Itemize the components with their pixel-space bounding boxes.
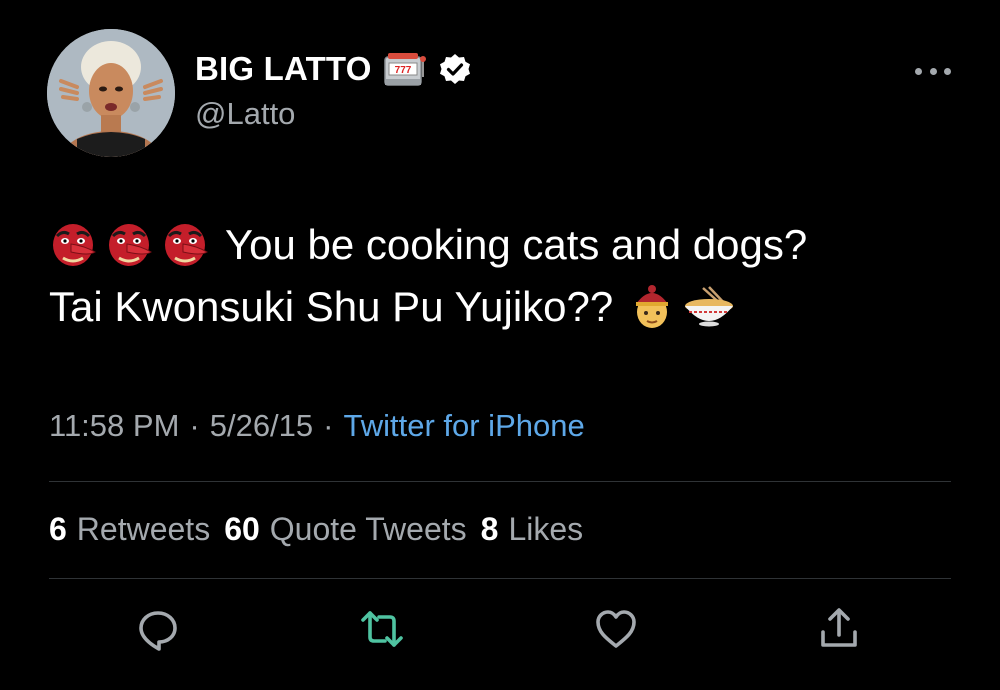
author-name-row: BIG LATTO 777 xyxy=(195,49,472,89)
tweet-stats: 6 Retweets 60 Quote Tweets 8 Likes xyxy=(49,511,583,548)
avatar-image xyxy=(47,29,175,157)
tweet-action-bar xyxy=(0,605,1000,655)
share-icon xyxy=(821,608,857,647)
like-icon xyxy=(596,610,636,648)
more-options-icon[interactable] xyxy=(915,64,951,78)
tweet-line-2-text: Tai Kwonsuki Shu Pu Yujiko?? xyxy=(49,283,614,330)
like-button[interactable] xyxy=(592,605,640,653)
steaming-bowl-emoji xyxy=(685,286,734,327)
likes-label: Likes xyxy=(508,511,584,547)
likes-stat[interactable]: 8 Likes xyxy=(481,511,584,548)
tweet-date[interactable]: 5/26/15 xyxy=(210,408,313,444)
tweet-time[interactable]: 11:58 PM xyxy=(49,408,179,444)
goblin-emoji xyxy=(165,224,208,266)
retweets-label: Retweets xyxy=(76,511,211,547)
quote-tweets-count: 60 xyxy=(224,511,260,547)
reply-icon xyxy=(139,611,177,651)
slot-machine-icon: 777 xyxy=(383,53,426,86)
svg-text:777: 777 xyxy=(394,65,411,76)
quote-tweets-stat[interactable]: 60 Quote Tweets xyxy=(224,511,466,548)
divider xyxy=(49,481,951,482)
quote-tweets-label: Quote Tweets xyxy=(269,511,467,547)
tweet-line-1-text: You be cooking cats and dogs? xyxy=(225,221,808,268)
divider xyxy=(49,578,951,579)
reply-button[interactable] xyxy=(134,605,182,653)
tweet-meta: 11:58 PM · 5/26/15 · Twitter for iPhone xyxy=(49,408,585,444)
author-display-name[interactable]: BIG LATTO xyxy=(195,50,372,88)
share-button[interactable] xyxy=(815,605,863,653)
tweet-line-2: Tai Kwonsuki Shu Pu Yujiko?? xyxy=(49,276,969,338)
retweets-count: 6 xyxy=(49,511,67,547)
goblin-emoji xyxy=(53,224,96,266)
retweet-button[interactable] xyxy=(358,605,406,653)
tweet-text: You be cooking cats and dogs? Tai Kwonsu… xyxy=(49,214,969,338)
meta-separator: · xyxy=(189,408,200,443)
tweet-line-1: You be cooking cats and dogs? xyxy=(49,214,969,276)
verified-icon xyxy=(439,54,470,84)
goblin-emoji xyxy=(109,224,152,266)
retweets-stat[interactable]: 6 Retweets xyxy=(49,511,210,548)
man-with-skullcap-emoji xyxy=(636,285,669,328)
retweet-icon xyxy=(361,611,403,647)
author-handle[interactable]: @Latto xyxy=(195,96,295,132)
meta-separator: · xyxy=(323,408,334,443)
likes-count: 8 xyxy=(480,511,499,547)
tweet-source-link[interactable]: Twitter for iPhone xyxy=(343,408,584,444)
avatar[interactable] xyxy=(47,29,175,157)
